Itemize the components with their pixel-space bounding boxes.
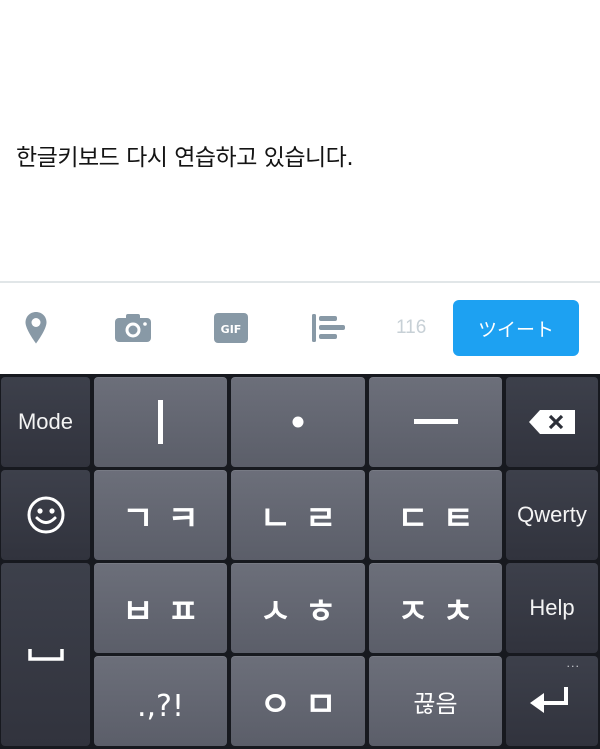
- key-label: ㅅㅎ: [259, 591, 351, 632]
- key-label: ㅈㅊ: [397, 591, 488, 632]
- vertical-stroke-glyph: [157, 400, 163, 444]
- more-indicator: ···: [566, 660, 580, 673]
- gif-icon[interactable]: GIF: [212, 311, 250, 345]
- key-bieup-pieup[interactable]: ㅂㅍ: [94, 563, 227, 653]
- compose-area[interactable]: 한글키보드 다시 연습하고 있습니다.: [0, 0, 600, 281]
- gif-label: GIF: [221, 323, 242, 336]
- key-label: 끊음: [413, 689, 458, 718]
- enter-key[interactable]: ···: [506, 656, 598, 746]
- backspace-key[interactable]: [506, 377, 598, 467]
- key-dot[interactable]: [231, 377, 365, 467]
- space-key[interactable]: [1, 563, 90, 746]
- dot-glyph: [292, 416, 304, 428]
- enter-icon: [530, 687, 568, 713]
- location-pin-icon[interactable]: [22, 311, 50, 345]
- backspace-icon: [529, 410, 575, 434]
- korean-keyboard: Mode ㄱㅋ ㄴㄹ ㄷㅌ Qwerty ㅂㅍ ㅅㅎ ㅈㅊ Help .,?! …: [0, 374, 600, 749]
- emoji-key[interactable]: [1, 470, 90, 560]
- key-break[interactable]: 끊음: [369, 656, 502, 746]
- key-punctuation[interactable]: .,?!: [94, 656, 227, 746]
- key-label: ㄴㄹ: [259, 498, 351, 539]
- camera-icon[interactable]: [113, 311, 153, 345]
- horizontal-stroke-glyph: [413, 419, 458, 424]
- key-jieut-chieut[interactable]: ㅈㅊ: [369, 563, 502, 653]
- key-label: ㄷㅌ: [397, 498, 488, 539]
- key-label: ㅇㅁ: [259, 684, 351, 725]
- tweet-text[interactable]: 한글키보드 다시 연습하고 있습니다.: [16, 138, 354, 172]
- compose-toolbar: GIF 116 ツイート: [0, 283, 600, 374]
- qwerty-key[interactable]: Qwerty: [506, 470, 598, 560]
- qwerty-key-label: Qwerty: [517, 502, 587, 527]
- key-giyeok-kieuk[interactable]: ㄱㅋ: [94, 470, 227, 560]
- space-icon: [27, 648, 64, 661]
- key-label: ㄱㅋ: [122, 498, 213, 539]
- tweet-button[interactable]: ツイート: [453, 300, 579, 356]
- key-digeut-tieut[interactable]: ㄷㅌ: [369, 470, 502, 560]
- mode-key[interactable]: Mode: [1, 377, 90, 467]
- help-key-label: Help: [529, 595, 575, 620]
- key-siot-hieut[interactable]: ㅅㅎ: [231, 563, 365, 653]
- key-nieun-rieul[interactable]: ㄴㄹ: [231, 470, 365, 560]
- key-ieung-mieum[interactable]: ㅇㅁ: [231, 656, 365, 746]
- emoji-icon: [27, 496, 64, 534]
- key-eu-vowel[interactable]: [369, 377, 502, 467]
- mode-key-label: Mode: [17, 409, 74, 434]
- key-label: ㅂㅍ: [122, 591, 213, 632]
- character-count: 116: [396, 317, 427, 338]
- help-key[interactable]: Help: [506, 563, 598, 653]
- key-i-vowel[interactable]: [94, 377, 227, 467]
- key-label: .,?!: [136, 688, 185, 724]
- poll-icon[interactable]: [310, 311, 346, 345]
